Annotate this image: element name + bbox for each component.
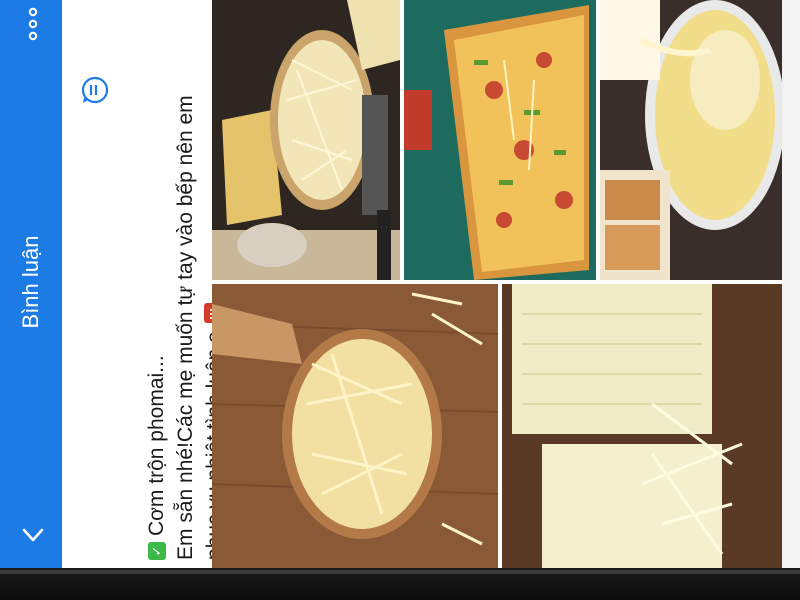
- comment-icon[interactable]: [79, 74, 111, 106]
- post-line-1: ✓Cơm trộn phomai...: [142, 40, 171, 560]
- shredded-cheese-wooden-spoon-photo[interactable]: [212, 284, 498, 568]
- cheese-pizza-photo[interactable]: [404, 0, 596, 280]
- cheese-slices-photo[interactable]: [502, 284, 782, 568]
- shredded-cheese-bowl-photo[interactable]: [212, 0, 400, 280]
- app-bar: Bình luận: [0, 0, 62, 568]
- more-options-icon[interactable]: [24, 6, 42, 42]
- photo-divider: [400, 0, 404, 280]
- phone-screen: Bình luận ✓Cơm trộn phomai... Em sẵn nhé…: [0, 0, 800, 568]
- check-mark-icon: ✓: [148, 542, 167, 560]
- screen-edge: [782, 0, 800, 568]
- post-line-2: Em sẵn nhé!Các mẹ muốn tự tay vào bếp nê…: [174, 95, 197, 560]
- photo-divider: [596, 0, 600, 280]
- photo-divider: [498, 284, 502, 568]
- photo-divider: [212, 280, 782, 284]
- cheese-dip-photo[interactable]: [600, 0, 782, 280]
- back-arrow-icon[interactable]: [20, 522, 46, 548]
- page-title: Bình luận: [18, 235, 43, 329]
- post-content: ✓Cơm trộn phomai... Em sẵn nhé!Các mẹ mu…: [62, 0, 256, 568]
- bezel-highlight: [0, 570, 800, 574]
